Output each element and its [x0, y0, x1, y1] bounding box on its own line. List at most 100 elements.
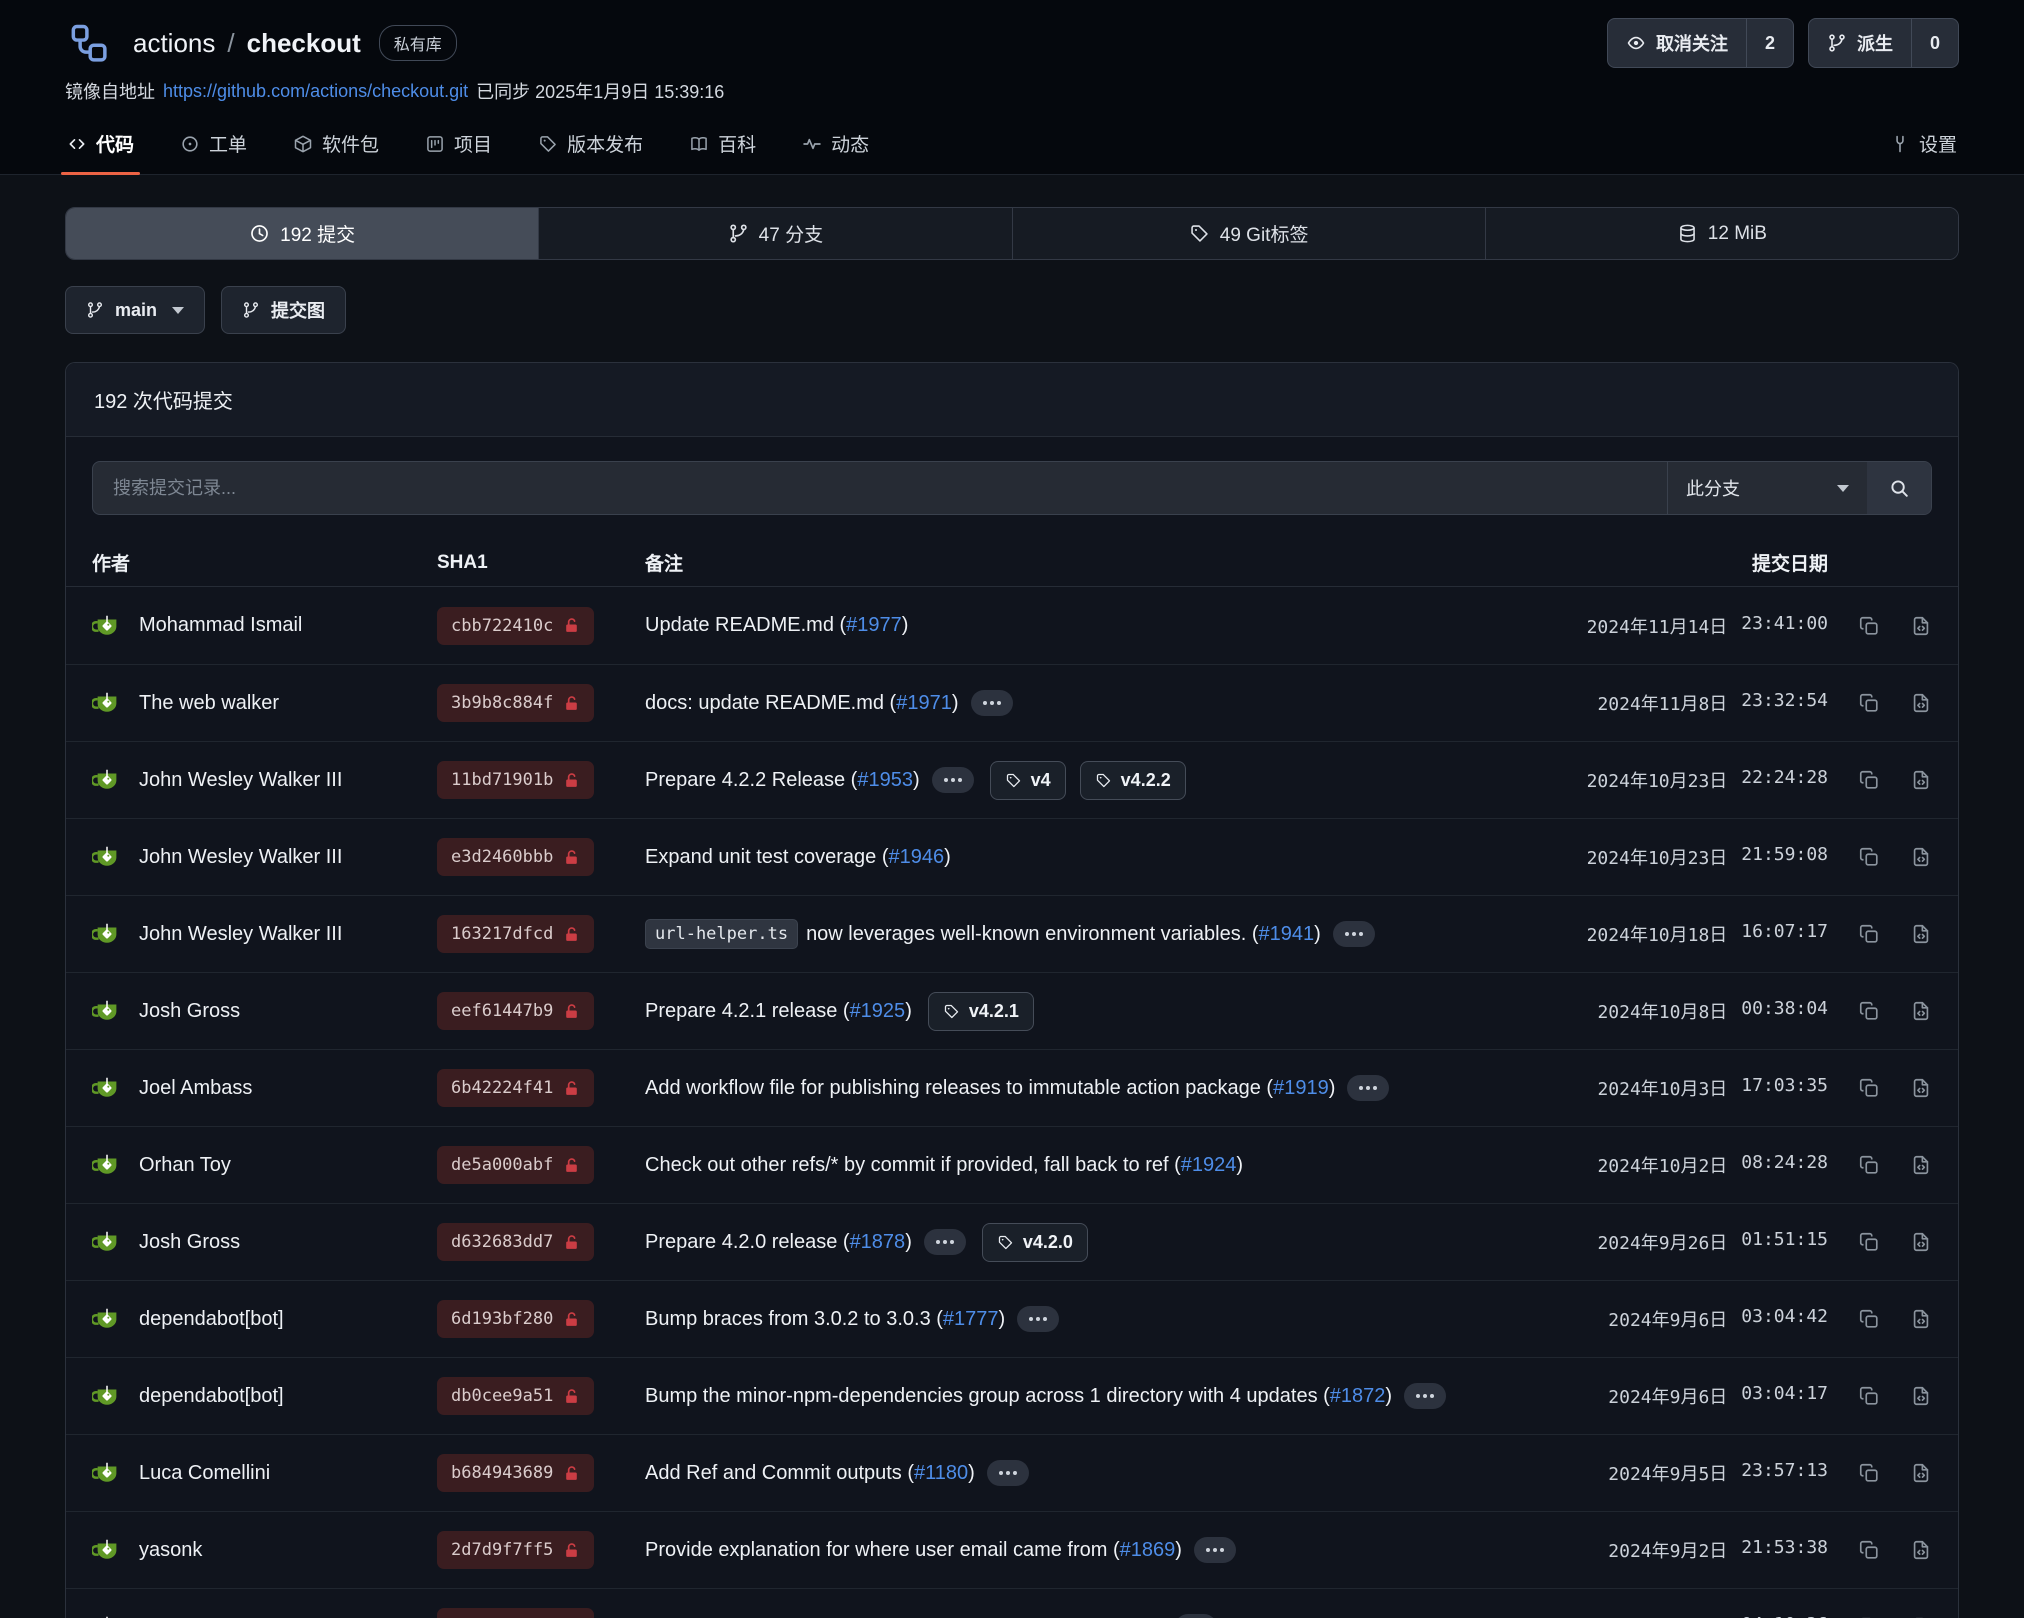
ellipsis-button[interactable]: [932, 767, 974, 793]
commit-pr-link[interactable]: #1924: [1181, 1154, 1237, 1177]
avatar[interactable]: [92, 611, 122, 641]
view-file-icon[interactable]: [1910, 1308, 1932, 1330]
view-file-icon[interactable]: [1910, 1539, 1932, 1561]
avatar[interactable]: [92, 1535, 122, 1565]
commit-pr-link[interactable]: #1971: [896, 692, 952, 715]
view-file-icon[interactable]: [1910, 692, 1932, 714]
commit-sha-badge[interactable]: 11bd71901b: [437, 761, 594, 799]
view-file-icon[interactable]: [1910, 1000, 1932, 1022]
stat-size[interactable]: 12 MiB: [1485, 208, 1958, 259]
commit-sha-badge[interactable]: cbb722410c: [437, 607, 594, 645]
unwatch-button[interactable]: 取消关注 2: [1607, 18, 1794, 68]
commit-pr-link[interactable]: #1777: [943, 1308, 999, 1331]
view-file-icon[interactable]: [1910, 615, 1932, 637]
commit-sha-badge[interactable]: d632683dd7: [437, 1223, 594, 1261]
view-file-icon[interactable]: [1910, 1231, 1932, 1253]
copy-sha-icon[interactable]: [1858, 692, 1880, 714]
view-file-icon[interactable]: [1910, 1385, 1932, 1407]
copy-sha-icon[interactable]: [1858, 846, 1880, 868]
branch-selector[interactable]: main: [65, 286, 205, 334]
commit-sha-badge[interactable]: 6d193bf280: [437, 1300, 594, 1338]
commit-pr-link[interactable]: #1946: [888, 846, 944, 869]
tab-wiki[interactable]: 百科: [687, 124, 758, 174]
copy-sha-icon[interactable]: [1858, 615, 1880, 637]
tab-code[interactable]: 代码: [65, 124, 136, 174]
forks-count[interactable]: 0: [1911, 19, 1958, 67]
stat-tags[interactable]: 49 Git标签: [1012, 208, 1485, 259]
commit-pr-link[interactable]: #1878: [850, 1231, 906, 1254]
view-file-icon[interactable]: [1910, 1462, 1932, 1484]
branch-filter-select[interactable]: 此分支: [1667, 462, 1867, 514]
avatar[interactable]: [92, 1381, 122, 1411]
copy-sha-icon[interactable]: [1858, 1385, 1880, 1407]
avatar[interactable]: [92, 919, 122, 949]
ellipsis-button[interactable]: [1017, 1306, 1059, 1332]
avatar[interactable]: [92, 1227, 122, 1257]
stat-commits[interactable]: 192 提交: [66, 208, 538, 259]
commit-pr-link[interactable]: #1953: [857, 769, 913, 792]
commit-sha-badge[interactable]: eef61447b9: [437, 992, 594, 1030]
commit-sha-badge[interactable]: de5a000abf: [437, 1146, 594, 1184]
commit-search-input[interactable]: [93, 462, 1667, 514]
copy-sha-icon[interactable]: [1858, 1154, 1880, 1176]
stat-branches[interactable]: 47 分支: [538, 208, 1011, 259]
avatar[interactable]: [92, 996, 122, 1026]
avatar[interactable]: [92, 1073, 122, 1103]
avatar[interactable]: [92, 1458, 122, 1488]
version-tag-pill[interactable]: v4: [990, 761, 1066, 800]
commit-sha-badge[interactable]: 2d7d9f7ff5: [437, 1531, 594, 1569]
search-submit-button[interactable]: [1867, 462, 1931, 514]
avatar[interactable]: [92, 1150, 122, 1180]
copy-sha-icon[interactable]: [1858, 1077, 1880, 1099]
commit-pr-link[interactable]: #1180: [914, 1462, 968, 1485]
commit-sha-badge[interactable]: 3b9b8c884f: [437, 684, 594, 722]
mirror-url-link[interactable]: https://github.com/actions/checkout.git: [163, 81, 468, 102]
copy-sha-icon[interactable]: [1858, 1539, 1880, 1561]
commit-sha-badge[interactable]: e3d2460bbb: [437, 838, 594, 876]
copy-sha-icon[interactable]: [1858, 923, 1880, 945]
ellipsis-button[interactable]: [1333, 921, 1375, 947]
ellipsis-button[interactable]: [1194, 1537, 1236, 1563]
ellipsis-button[interactable]: [971, 690, 1013, 716]
copy-sha-icon[interactable]: [1858, 1462, 1880, 1484]
avatar[interactable]: [92, 1304, 122, 1334]
copy-sha-icon[interactable]: [1858, 1231, 1880, 1253]
view-file-icon[interactable]: [1910, 1077, 1932, 1099]
commit-pr-link[interactable]: #1872: [1330, 1385, 1386, 1408]
version-tag-pill[interactable]: v4.2.1: [928, 992, 1034, 1031]
ellipsis-button[interactable]: [1175, 1614, 1217, 1618]
view-file-icon[interactable]: [1910, 923, 1932, 945]
avatar[interactable]: [92, 842, 122, 872]
commit-sha-badge[interactable]: 9a9194f871: [437, 1608, 594, 1618]
fork-button-main[interactable]: 派生: [1809, 19, 1911, 67]
copy-sha-icon[interactable]: [1858, 1308, 1880, 1330]
commit-sha-badge[interactable]: b684943689: [437, 1454, 594, 1492]
ellipsis-button[interactable]: [987, 1460, 1029, 1486]
version-tag-pill[interactable]: v4.2.0: [982, 1223, 1088, 1262]
tab-activity[interactable]: 动态: [800, 124, 871, 174]
copy-sha-icon[interactable]: [1858, 1000, 1880, 1022]
tab-issues[interactable]: 工单: [178, 124, 249, 174]
ellipsis-button[interactable]: [1404, 1383, 1446, 1409]
view-file-icon[interactable]: [1910, 1154, 1932, 1176]
fork-button[interactable]: 派生 0: [1808, 18, 1959, 68]
commit-sha-badge[interactable]: 6b42224f41: [437, 1069, 594, 1107]
avatar[interactable]: [92, 688, 122, 718]
version-tag-pill[interactable]: v4.2.2: [1080, 761, 1186, 800]
view-file-icon[interactable]: [1910, 769, 1932, 791]
unwatch-button-main[interactable]: 取消关注: [1608, 19, 1746, 67]
commit-pr-link[interactable]: #1941: [1259, 923, 1315, 946]
repo-name-link[interactable]: checkout: [247, 28, 361, 59]
avatar[interactable]: [92, 765, 122, 795]
commit-sha-badge[interactable]: 163217dfcd: [437, 915, 594, 953]
repo-owner-link[interactable]: actions: [133, 28, 215, 59]
avatar[interactable]: [92, 1612, 122, 1618]
view-file-icon[interactable]: [1910, 846, 1932, 868]
tab-packages[interactable]: 软件包: [291, 124, 381, 174]
commit-pr-link[interactable]: #1925: [850, 1000, 906, 1023]
tab-projects[interactable]: 项目: [423, 124, 494, 174]
commit-pr-link[interactable]: #1977: [846, 614, 902, 637]
tab-settings[interactable]: 设置: [1888, 124, 1959, 174]
watchers-count[interactable]: 2: [1746, 19, 1793, 67]
ellipsis-button[interactable]: [1347, 1075, 1389, 1101]
